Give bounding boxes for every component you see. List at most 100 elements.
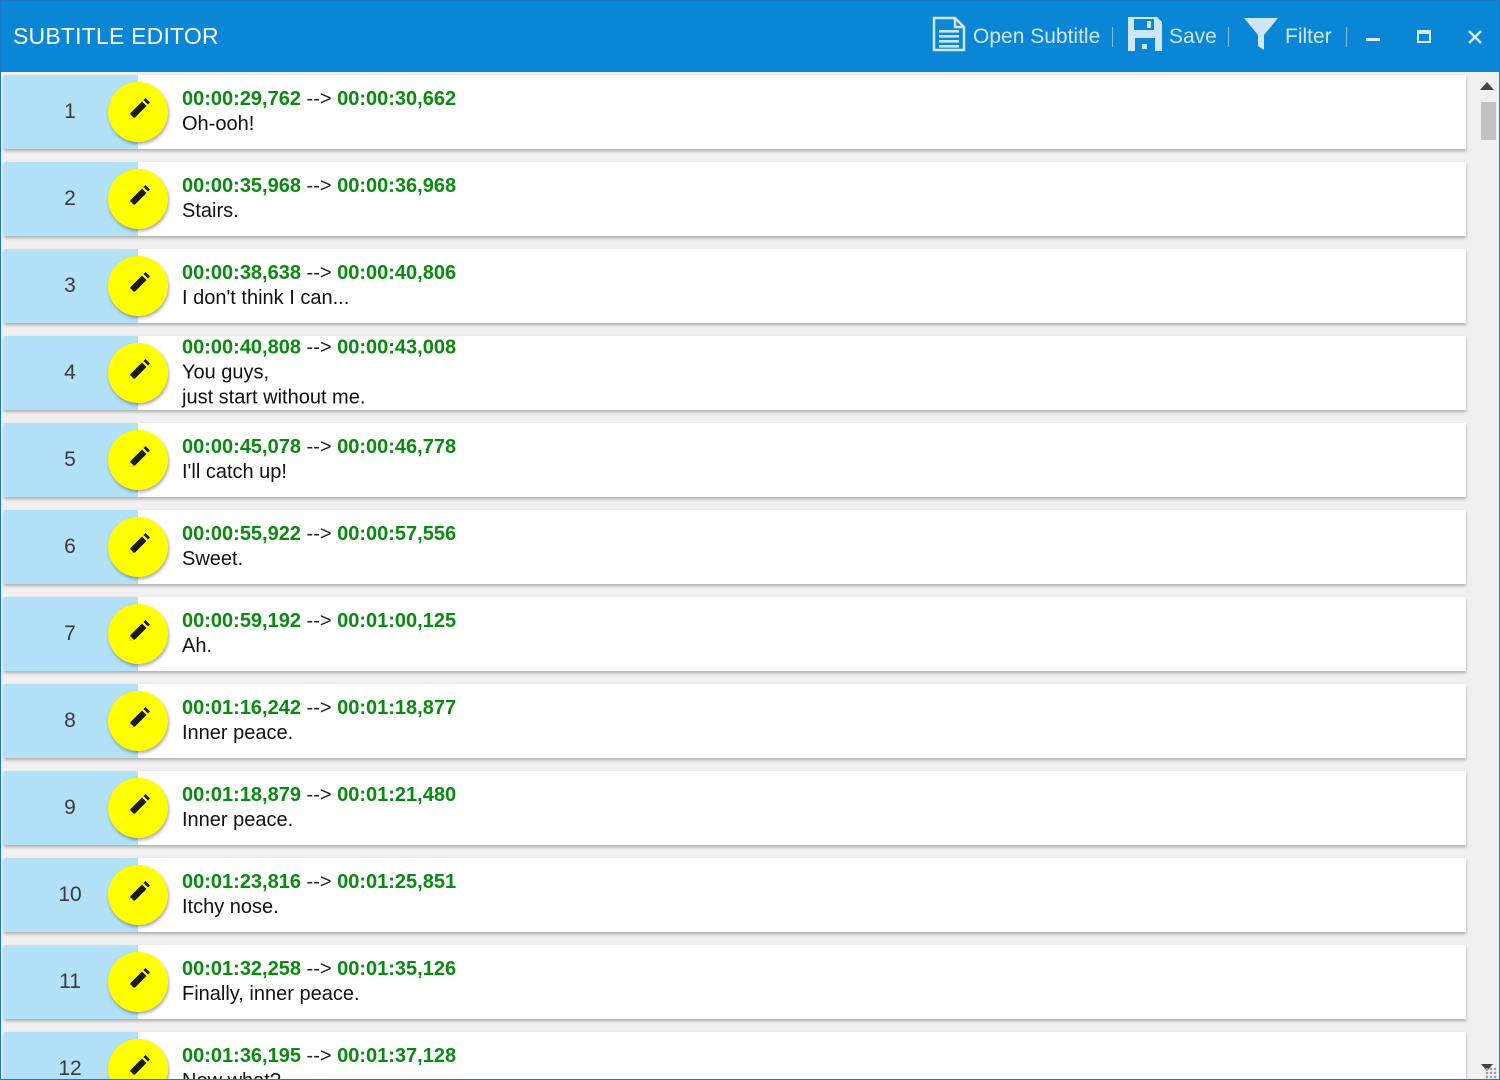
start-time: 00:00:40,808 [182,336,301,359]
edit-subtitle-button[interactable] [108,169,168,229]
subtitle-row[interactable]: 6 00:00:55,922 --> 00:00:57,556 Sweet. [4,510,1466,584]
pencil-icon [124,792,152,825]
timing-arrow: --> [306,697,332,719]
end-time: 00:01:35,126 [337,958,457,980]
maximize-button[interactable] [1404,15,1444,59]
pencil-icon [124,183,152,216]
subtitle-content: 00:01:16,242 --> 00:01:18,877 Inner peace… [182,696,456,746]
subtitle-content: 00:01:36,195 --> 00:01:37,128Now what? [182,1044,456,1079]
scroll-up-arrow-icon[interactable] [1480,82,1494,90]
subtitle-row[interactable]: 4 00:00:40,808 --> 00:00:43,008 You guys, … [4,336,1466,410]
start-time: 00:00:45,078 [182,436,301,458]
subtitle-text: Oh-ooh! [182,113,255,135]
open-subtitle-label: Open Subtitle [973,25,1101,48]
minimize-button[interactable] [1353,15,1393,59]
edit-subtitle-button[interactable] [108,691,168,751]
edit-subtitle-button[interactable] [108,865,168,925]
end-time: 00:00:36,968 [337,175,457,197]
subtitle-timing: 00:00:29,762 --> 00:00:30,662 [182,87,456,112]
app-window: SUBTITLE EDITOR Open Subtitle Save Filte… [0,0,1500,1080]
subtitle-content: 00:01:23,816 --> 00:01:25,851 Itchy nose. [182,870,456,920]
subtitle-timing: 00:00:55,922 --> 00:00:57,556 [182,522,456,547]
end-time: 00:00:40,806 [337,262,457,284]
edit-subtitle-button[interactable] [108,517,168,577]
start-time: 00:00:59,192 [182,610,301,632]
resize-grip-icon[interactable] [1485,1067,1497,1079]
pencil-icon [124,705,152,738]
toolbar-separator [1346,27,1347,47]
start-time: 00:00:38,638 [182,262,301,284]
subtitle-list[interactable]: 1 00:00:29,762 --> 00:00:30,662 Oh-ooh! 2 00… [1,72,1473,1080]
pencil-icon [124,1053,152,1080]
end-time: 00:00:43,008 [337,336,457,359]
pencil-icon [124,531,152,564]
subtitle-row[interactable]: 8 00:01:16,242 --> 00:01:18,877 Inner peac… [4,684,1466,758]
subtitle-row[interactable]: 2 00:00:35,968 --> 00:00:36,968 Stairs. [4,162,1466,236]
subtitle-row[interactable]: 1200:01:36,195 --> 00:01:37,128Now what? [4,1032,1466,1080]
timing-arrow: --> [306,784,332,806]
subtitle-content: 00:01:32,258 --> 00:01:35,126 Finally, in… [182,957,456,1007]
edit-subtitle-button[interactable] [108,82,168,142]
subtitle-timing: 00:01:18,879 --> 00:01:21,480 [182,783,456,808]
subtitle-row[interactable]: 1 00:00:29,762 --> 00:00:30,662 Oh-ooh! [4,75,1466,149]
subtitle-timing: 00:00:59,192 --> 00:01:00,125 [182,609,456,634]
subtitle-timing: 00:00:45,078 --> 00:00:46,778 [182,435,456,460]
save-button[interactable]: Save [1127,15,1217,59]
subtitle-row[interactable]: 11 00:01:32,258 --> 00:01:35,126 Finally, … [4,945,1466,1019]
edit-subtitle-button[interactable] [108,952,168,1012]
end-time: 00:00:46,778 [337,436,457,458]
timing-arrow: --> [306,523,332,545]
subtitle-timing: 00:00:35,968 --> 00:00:36,968 [182,174,456,199]
pencil-icon [124,270,152,303]
edit-subtitle-button[interactable] [108,256,168,316]
edit-subtitle-button[interactable] [108,430,168,490]
edit-subtitle-button[interactable] [108,604,168,664]
subtitle-content: 00:00:55,922 --> 00:00:57,556 Sweet. [182,522,456,572]
open-subtitle-button[interactable]: Open Subtitle [931,15,1100,59]
end-time: 00:01:25,851 [337,871,457,893]
timing-arrow: --> [306,1045,332,1067]
timing-arrow: --> [306,175,332,197]
subtitle-row[interactable]: 5 00:00:45,078 --> 00:00:46,778 I'll catch… [4,423,1466,497]
edit-subtitle-button[interactable] [108,778,168,838]
subtitle-content: 00:00:45,078 --> 00:00:46,778 I'll catch … [182,435,456,485]
pencil-icon [124,618,152,651]
toolbar-separator [1112,27,1113,47]
app-title: SUBTITLE EDITOR [13,23,219,49]
subtitle-content: 00:00:29,762 --> 00:00:30,662 Oh-ooh! [182,87,456,137]
subtitle-text: Finally, inner peace. [182,983,360,1005]
subtitle-row[interactable]: 3 00:00:38,638 --> 00:00:40,806 I don't th… [4,249,1466,323]
pencil-icon [124,96,152,129]
save-label: Save [1169,25,1217,48]
subtitle-text: You guys, just start without me. [182,361,366,409]
subtitle-timing: 00:01:16,242 --> 00:01:18,877 [182,696,456,721]
timing-arrow: --> [306,958,332,980]
subtitle-row[interactable]: 10 00:01:23,816 --> 00:01:25,851 Itchy nos… [4,858,1466,932]
maximize-icon [1417,30,1431,43]
scroll-thumb[interactable] [1481,102,1496,140]
timing-arrow: --> [306,610,332,632]
pencil-icon [124,966,152,999]
vertical-scrollbar[interactable] [1475,72,1499,1079]
subtitle-content: 00:00:35,968 --> 00:00:36,968 Stairs. [182,174,456,224]
start-time: 00:01:32,258 [182,958,301,980]
filter-button[interactable]: Filter [1243,15,1332,59]
subtitle-row[interactable]: 7 00:00:59,192 --> 00:01:00,125 Ah. [4,597,1466,671]
close-button[interactable] [1455,15,1495,59]
subtitle-row[interactable]: 9 00:01:18,879 --> 00:01:21,480 Inner peac… [4,771,1466,845]
timing-arrow: --> [306,871,332,893]
close-icon [1468,30,1482,44]
timing-arrow: --> [306,262,332,284]
filter-label: Filter [1285,25,1332,48]
timing-arrow: --> [306,88,332,110]
filter-icon [1243,16,1279,58]
subtitle-timing: 00:01:36,195 --> 00:01:37,128 [182,1044,456,1069]
edit-subtitle-button[interactable] [108,343,168,403]
subtitle-text: Stairs. [182,200,239,222]
subtitle-text: Inner peace. [182,809,294,831]
subtitle-text: Inner peace. [182,722,294,744]
start-time: 00:00:55,922 [182,523,301,545]
end-time: 00:00:30,662 [337,88,457,110]
start-time: 00:01:18,879 [182,784,301,806]
pencil-icon [124,879,152,912]
